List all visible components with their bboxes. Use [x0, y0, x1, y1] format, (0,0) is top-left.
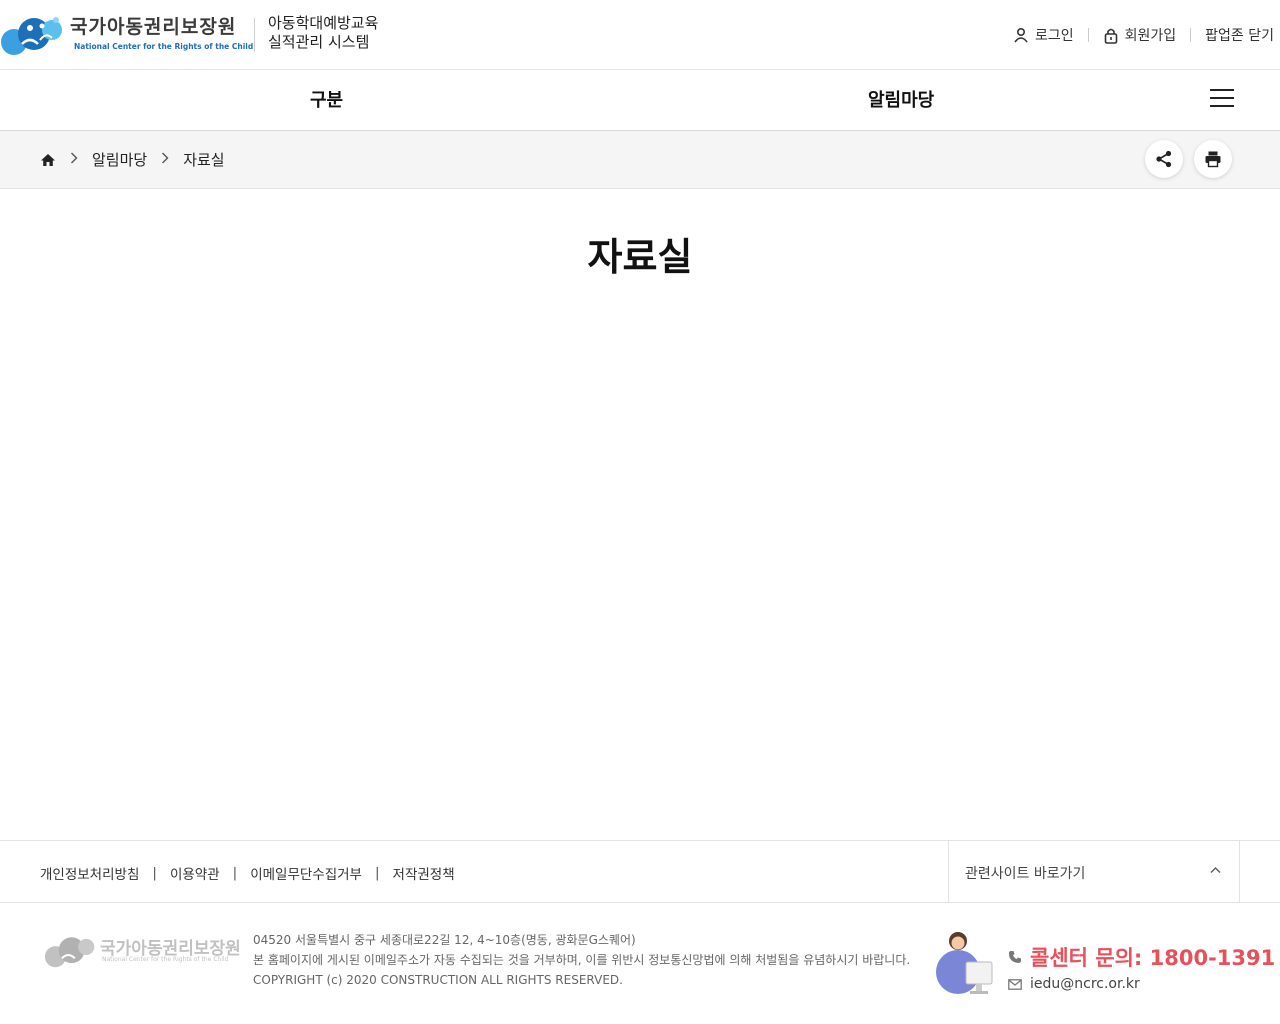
breadcrumb-current[interactable]: 자료실 [183, 149, 224, 170]
email-refusal-link[interactable]: 이메일무단수집거부 [250, 863, 362, 883]
signup-label: 회원가입 [1124, 28, 1177, 44]
footer-copyright: COPYRIGHT (c) 2020 CONSTRUCTION ALL RIGH… [253, 973, 623, 987]
breadcrumb-level1[interactable]: 알림마당 [92, 149, 147, 170]
system-title-line2: 실적관리 시스템 [268, 33, 370, 51]
gnb-item-category[interactable]: 구분 [310, 86, 343, 112]
footer-info: 04520 서울특별시 중구 세종대로22길 12, 4~10층(명동, 광화문… [253, 930, 910, 990]
chevron-right-icon [161, 152, 169, 168]
share-icon [1156, 150, 1172, 168]
signup-link[interactable]: 회원가입 [1089, 25, 1191, 45]
gnb-item-notice[interactable]: 알림마당 [868, 86, 934, 112]
footer-logo: 국가아동권리보장원 National Center for the Rights… [44, 932, 241, 972]
print-button[interactable] [1194, 140, 1232, 178]
home-icon[interactable] [40, 153, 56, 167]
close-popup-label: 팝업존 닫기 [1205, 28, 1274, 44]
global-navigation: 구분 알림마당 [0, 70, 1280, 131]
login-link[interactable]: 로그인 [999, 25, 1088, 45]
logo-korean-text: 국가아동권리보장원 [70, 16, 237, 38]
chevron-up-icon [1210, 863, 1221, 877]
system-title[interactable]: 아동학대예방교육 실적관리 시스템 [268, 14, 378, 52]
login-label: 로그인 [1034, 28, 1074, 44]
footer-links-bar: 개인정보처리방침 | 이용약관 | 이메일무단수집거부 | 저작권정책 관련사이… [0, 840, 1280, 903]
footer-link-separator: | [232, 865, 238, 881]
print-icon [1205, 151, 1221, 168]
site-logo[interactable]: 국가아동권리보장원 National Center for the Rights… [0, 12, 253, 58]
breadcrumb: 알림마당 자료실 [38, 149, 225, 170]
header-divider [254, 18, 255, 52]
lock-icon [1104, 28, 1117, 44]
footer-address: 04520 서울특별시 중구 세종대로22길 12, 4~10층(명동, 광화문… [253, 933, 636, 947]
user-icon [1014, 27, 1028, 43]
footer-link-separator: | [374, 865, 380, 881]
call-center-phone: 콜센터 문의: 1800-1391 [1008, 942, 1275, 972]
logo-english-text: National Center for the Rights of the Ch… [74, 42, 254, 51]
related-sites-label: 관련사이트 바로가기 [965, 866, 1086, 882]
footer-policy-links: 개인정보처리방침 | 이용약관 | 이메일무단수집거부 | 저작권정책 [40, 863, 455, 883]
chevron-right-icon [70, 152, 78, 168]
privacy-policy-link[interactable]: 개인정보처리방침 [40, 863, 139, 883]
footer-logo-english-text: National Center for the Rights of the Ch… [102, 956, 229, 963]
footer-link-separator: | [152, 865, 157, 881]
related-sites-dropdown[interactable]: 관련사이트 바로가기 [948, 841, 1240, 903]
email-address[interactable]: iedu@ncrc.or.kr [1030, 976, 1140, 992]
terms-link[interactable]: 이용약관 [170, 863, 220, 883]
share-button[interactable] [1145, 140, 1183, 178]
call-center-illustration-icon [936, 932, 993, 994]
call-center-email: iedu@ncrc.or.kr [1008, 976, 1275, 992]
mail-icon [1008, 978, 1022, 990]
system-title-line1: 아동학대예방교육 [268, 14, 379, 32]
call-center-info: 콜센터 문의: 1800-1391 iedu@ncrc.or.kr [1008, 942, 1275, 992]
logo-mark-icon [1, 17, 62, 55]
copyright-policy-link[interactable]: 저작권정책 [393, 863, 455, 883]
footer-email-notice: 본 홈페이지에 게시된 이메일주소가 자동 수집되는 것을 거부하며, 이를 위… [253, 953, 911, 967]
close-popup-zone-button[interactable]: 팝업존 닫기 [1191, 25, 1280, 45]
site-header: 국가아동권리보장원 National Center for the Rights… [0, 0, 1280, 70]
footer-logo-mark-icon [44, 937, 95, 968]
footer: 국가아동권리보장원 National Center for the Rights… [0, 904, 1280, 1024]
phone-icon [1009, 951, 1021, 963]
page-title: 자료실 [587, 235, 693, 279]
breadcrumb-bar: 알림마당 자료실 [0, 131, 1280, 189]
hamburger-menu-icon[interactable] [1210, 88, 1236, 110]
call-center-label: 콜센터 문의: 1800-1391 [1030, 946, 1276, 970]
utility-menu: 로그인 회원가입 팝업존 닫기 [999, 22, 1280, 48]
